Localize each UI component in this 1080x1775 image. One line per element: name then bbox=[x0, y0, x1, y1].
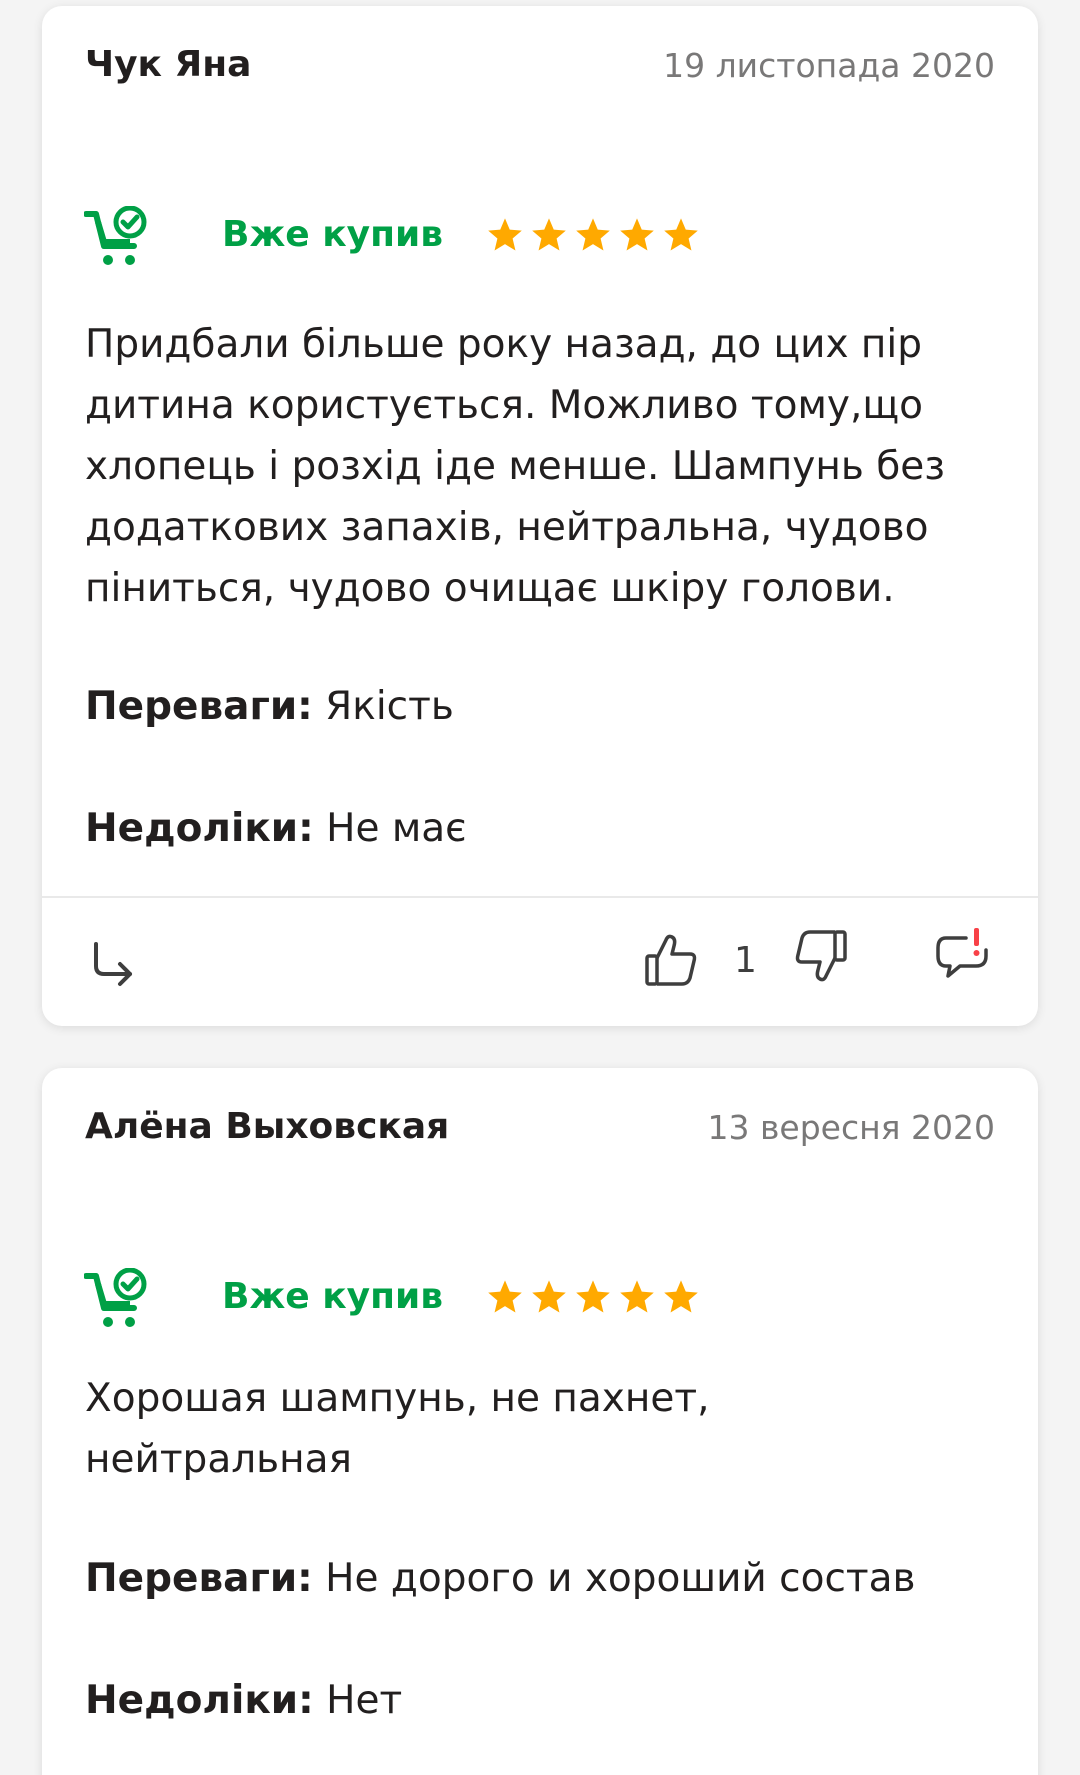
cart-check-icon bbox=[84, 1268, 147, 1327]
star-icon bbox=[620, 218, 654, 251]
rating-stars bbox=[486, 1278, 700, 1320]
review-card: Чук Яна 19 листопада 2020 Вже купив Прид… bbox=[42, 6, 1038, 1026]
cons-label: Недоліки: bbox=[85, 1678, 314, 1723]
star-icon bbox=[488, 218, 522, 251]
star-icon bbox=[532, 218, 566, 251]
like-count: 1 bbox=[734, 940, 757, 981]
review-cons: Недоліки: Нет bbox=[85, 1678, 402, 1723]
cons-label: Недоліки: bbox=[85, 806, 314, 851]
review-list: Чук Яна 19 листопада 2020 Вже купив Прид… bbox=[0, 0, 1080, 1775]
cons-value: Не має bbox=[326, 806, 467, 851]
star-icon bbox=[576, 218, 610, 251]
review-pros: Переваги: Якість bbox=[85, 684, 454, 729]
pros-value: Не дорого и хороший состав bbox=[325, 1556, 916, 1601]
review-actions: 1 bbox=[42, 898, 1038, 1026]
thumbs-up-icon[interactable] bbox=[644, 932, 698, 988]
star-icon bbox=[664, 1280, 698, 1313]
pros-label: Переваги: bbox=[85, 1556, 313, 1601]
rating-stars bbox=[486, 216, 700, 258]
review-author[interactable]: Алёна Выховская bbox=[85, 1106, 449, 1147]
review-text: Хорошая шампунь, не пахнет, нейтральная bbox=[85, 1376, 710, 1482]
reply-arrow-icon[interactable] bbox=[88, 938, 140, 990]
cons-value: Нет bbox=[326, 1678, 403, 1723]
review-author[interactable]: Чук Яна bbox=[85, 44, 251, 85]
star-icon bbox=[488, 1280, 522, 1313]
review-pros: Переваги: Не дорого и хороший состав bbox=[85, 1556, 916, 1601]
star-icon bbox=[532, 1280, 566, 1313]
buyer-status-row: Вже купив bbox=[84, 206, 698, 276]
star-icon bbox=[576, 1280, 610, 1313]
cart-check-icon bbox=[84, 206, 147, 265]
buyer-label: Вже купив bbox=[222, 214, 443, 255]
review-date: 19 листопада 2020 bbox=[663, 46, 995, 85]
star-icon bbox=[620, 1280, 654, 1313]
thumbs-down-icon[interactable] bbox=[794, 928, 848, 984]
review-card: Алёна Выховская 13 вересня 2020 Вже купи… bbox=[42, 1068, 1038, 1775]
star-icon bbox=[664, 218, 698, 251]
review-date: 13 вересня 2020 bbox=[707, 1108, 995, 1147]
pros-label: Переваги: bbox=[85, 684, 313, 729]
review-text: Придбали більше року назад, до цих пір д… bbox=[85, 322, 945, 611]
complaint-bubble-icon[interactable] bbox=[934, 926, 990, 982]
pros-value: Якість bbox=[325, 684, 454, 729]
review-cons: Недоліки: Не має bbox=[85, 806, 467, 851]
buyer-label: Вже купив bbox=[222, 1276, 443, 1317]
buyer-status-row: Вже купив bbox=[84, 1268, 698, 1338]
